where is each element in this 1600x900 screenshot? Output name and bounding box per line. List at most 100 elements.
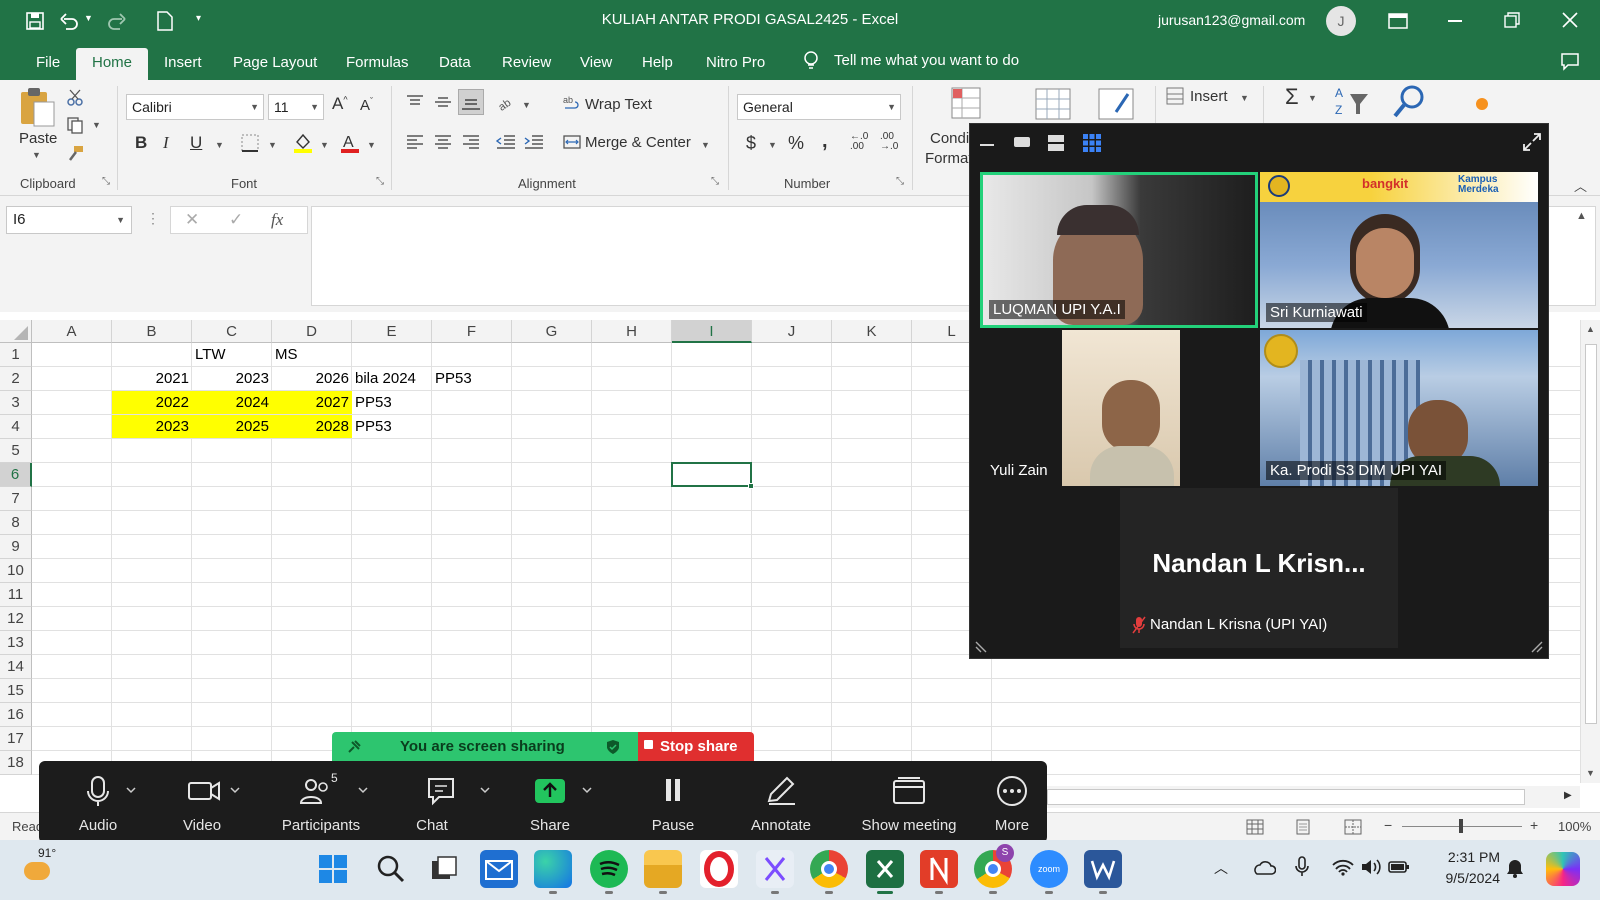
- insert-cells-button[interactable]: Insert: [1190, 88, 1228, 105]
- borders-icon[interactable]: [241, 134, 259, 152]
- spotify-icon[interactable]: [590, 850, 628, 894]
- word-icon[interactable]: [1084, 850, 1122, 894]
- page-break-view-icon[interactable]: [1344, 819, 1362, 835]
- font-color-dropdown-icon[interactable]: ▼: [367, 140, 376, 150]
- cell-c1[interactable]: LTW: [192, 343, 229, 367]
- stop-share-button[interactable]: Stop share: [638, 732, 754, 761]
- volume-icon[interactable]: [1360, 858, 1382, 876]
- chat-button[interactable]: Chat: [401, 761, 493, 843]
- comma-button[interactable]: ,: [822, 130, 828, 153]
- align-top-icon[interactable]: [406, 94, 424, 110]
- tab-data[interactable]: Data: [425, 48, 485, 80]
- row-header-4[interactable]: 4: [0, 415, 32, 439]
- number-launcher-icon[interactable]: ⤡: [896, 176, 904, 187]
- notifications-bell-icon[interactable]: [1506, 858, 1524, 878]
- decrease-decimal-icon[interactable]: .00 →.0: [880, 132, 898, 152]
- file-explorer-icon[interactable]: [644, 850, 682, 894]
- customize-toolbar-icon[interactable]: ▾: [196, 13, 201, 24]
- minimize-icon[interactable]: [1448, 20, 1462, 22]
- paste-icon[interactable]: [18, 86, 56, 130]
- underline-dropdown-icon[interactable]: ▼: [215, 140, 224, 150]
- format-as-table-icon[interactable]: [1035, 88, 1073, 122]
- weather-widget[interactable]: 91°: [24, 846, 56, 882]
- onedrive-icon[interactable]: [1252, 860, 1276, 876]
- insert-function-icon[interactable]: fx: [271, 210, 283, 230]
- select-all-corner[interactable]: [0, 320, 32, 343]
- insert-cells-icon[interactable]: [1166, 87, 1184, 105]
- column-header-d[interactable]: D: [272, 320, 352, 343]
- font-color-icon[interactable]: A: [340, 132, 360, 154]
- number-format-select[interactable]: General ▼: [737, 94, 901, 120]
- row-header-16[interactable]: 16: [0, 703, 32, 727]
- chrome-profile-icon[interactable]: S: [974, 844, 1014, 894]
- alignment-launcher-icon[interactable]: ⤡: [711, 176, 719, 187]
- show-meeting-button[interactable]: Show meeting: [847, 761, 971, 843]
- decrease-indent-icon[interactable]: [496, 134, 516, 150]
- align-right-icon[interactable]: [462, 134, 480, 150]
- gallery-view-icon[interactable]: [1083, 134, 1101, 152]
- excel-icon[interactable]: [866, 850, 904, 894]
- video-tile-nandan[interactable]: Nandan L Krisn... Nandan L Krisna (UPI Y…: [1120, 488, 1398, 648]
- column-header-k[interactable]: K: [832, 320, 912, 343]
- row-header-12[interactable]: 12: [0, 607, 32, 631]
- mail-icon[interactable]: [480, 850, 518, 888]
- close-icon[interactable]: [1562, 12, 1578, 28]
- column-header-c[interactable]: C: [192, 320, 272, 343]
- collapse-ribbon-icon[interactable]: ︿: [1574, 176, 1587, 195]
- fill-color-icon[interactable]: [293, 132, 313, 154]
- scroll-thumb[interactable]: [1585, 344, 1597, 724]
- borders-dropdown-icon[interactable]: ▼: [268, 140, 277, 150]
- increase-decimal-icon[interactable]: ←.0.00: [850, 132, 868, 152]
- conditional-formatting-icon[interactable]: [950, 86, 984, 122]
- cell-d3[interactable]: 2027: [272, 391, 352, 415]
- screen-sharing-banner[interactable]: You are screen sharing: [332, 732, 638, 761]
- font-size-select[interactable]: 11 ▼: [268, 94, 324, 120]
- page-layout-view-icon[interactable]: [1294, 819, 1312, 835]
- tab-insert[interactable]: Insert: [150, 48, 216, 80]
- ribbon-display-options-icon[interactable]: [1388, 12, 1408, 30]
- tab-file[interactable]: File: [22, 48, 74, 80]
- side-by-side-icon[interactable]: [1048, 135, 1064, 151]
- account-email[interactable]: jurusan123@gmail.com: [1158, 12, 1305, 28]
- decrease-font-size-icon[interactable]: Aˇ: [360, 96, 373, 114]
- fill-handle[interactable]: [748, 483, 754, 489]
- video-tile-luqman[interactable]: LUQMAN UPI Y.A.I: [980, 172, 1258, 328]
- copilot-icon[interactable]: [1546, 852, 1580, 886]
- row-header-2[interactable]: 2: [0, 367, 32, 391]
- sort-filter-icon[interactable]: AZ: [1334, 84, 1370, 120]
- enter-formula-icon[interactable]: ✓: [229, 210, 243, 230]
- increase-font-size-icon[interactable]: A^: [332, 94, 348, 114]
- save-icon[interactable]: [25, 11, 45, 31]
- align-center-icon[interactable]: [434, 134, 452, 150]
- insert-dropdown-icon[interactable]: ▼: [1240, 93, 1249, 103]
- cell-e4[interactable]: PP53: [352, 415, 395, 439]
- minimize-meeting-icon[interactable]: [980, 144, 994, 146]
- row-header-14[interactable]: 14: [0, 655, 32, 679]
- align-left-icon[interactable]: [406, 134, 424, 150]
- cell-c4[interactable]: 2025: [192, 415, 272, 439]
- comments-icon[interactable]: [1560, 51, 1580, 71]
- battery-icon[interactable]: [1388, 858, 1410, 876]
- merge-center-icon[interactable]: [563, 134, 581, 150]
- pause-share-button[interactable]: Pause: [631, 761, 715, 843]
- new-file-icon[interactable]: [156, 10, 174, 32]
- name-box[interactable]: I6 ▼: [6, 206, 132, 234]
- clock-time[interactable]: 2:31 PM: [1420, 849, 1500, 865]
- cell-e3[interactable]: PP53: [352, 391, 395, 415]
- edge-icon[interactable]: [534, 850, 572, 894]
- row-header-18[interactable]: 18: [0, 751, 32, 775]
- autosum-dropdown-icon[interactable]: ▼: [1308, 93, 1317, 103]
- zoom-in-icon[interactable]: +: [1530, 817, 1538, 833]
- tab-nitro-pro[interactable]: Nitro Pro: [692, 48, 779, 80]
- video-button[interactable]: Video: [161, 761, 243, 843]
- zoom-out-icon[interactable]: −: [1384, 817, 1392, 833]
- clock-date[interactable]: 9/5/2024: [1420, 870, 1501, 886]
- copy-icon[interactable]: [66, 116, 84, 134]
- avatar[interactable]: J: [1326, 6, 1356, 36]
- redo-icon[interactable]: [106, 11, 128, 31]
- cell-b2[interactable]: 2021: [112, 367, 192, 391]
- bold-button[interactable]: B: [135, 133, 147, 153]
- underline-button[interactable]: U: [190, 133, 202, 153]
- cut-icon[interactable]: [66, 88, 84, 106]
- resize-handle-icon[interactable]: [1528, 638, 1544, 654]
